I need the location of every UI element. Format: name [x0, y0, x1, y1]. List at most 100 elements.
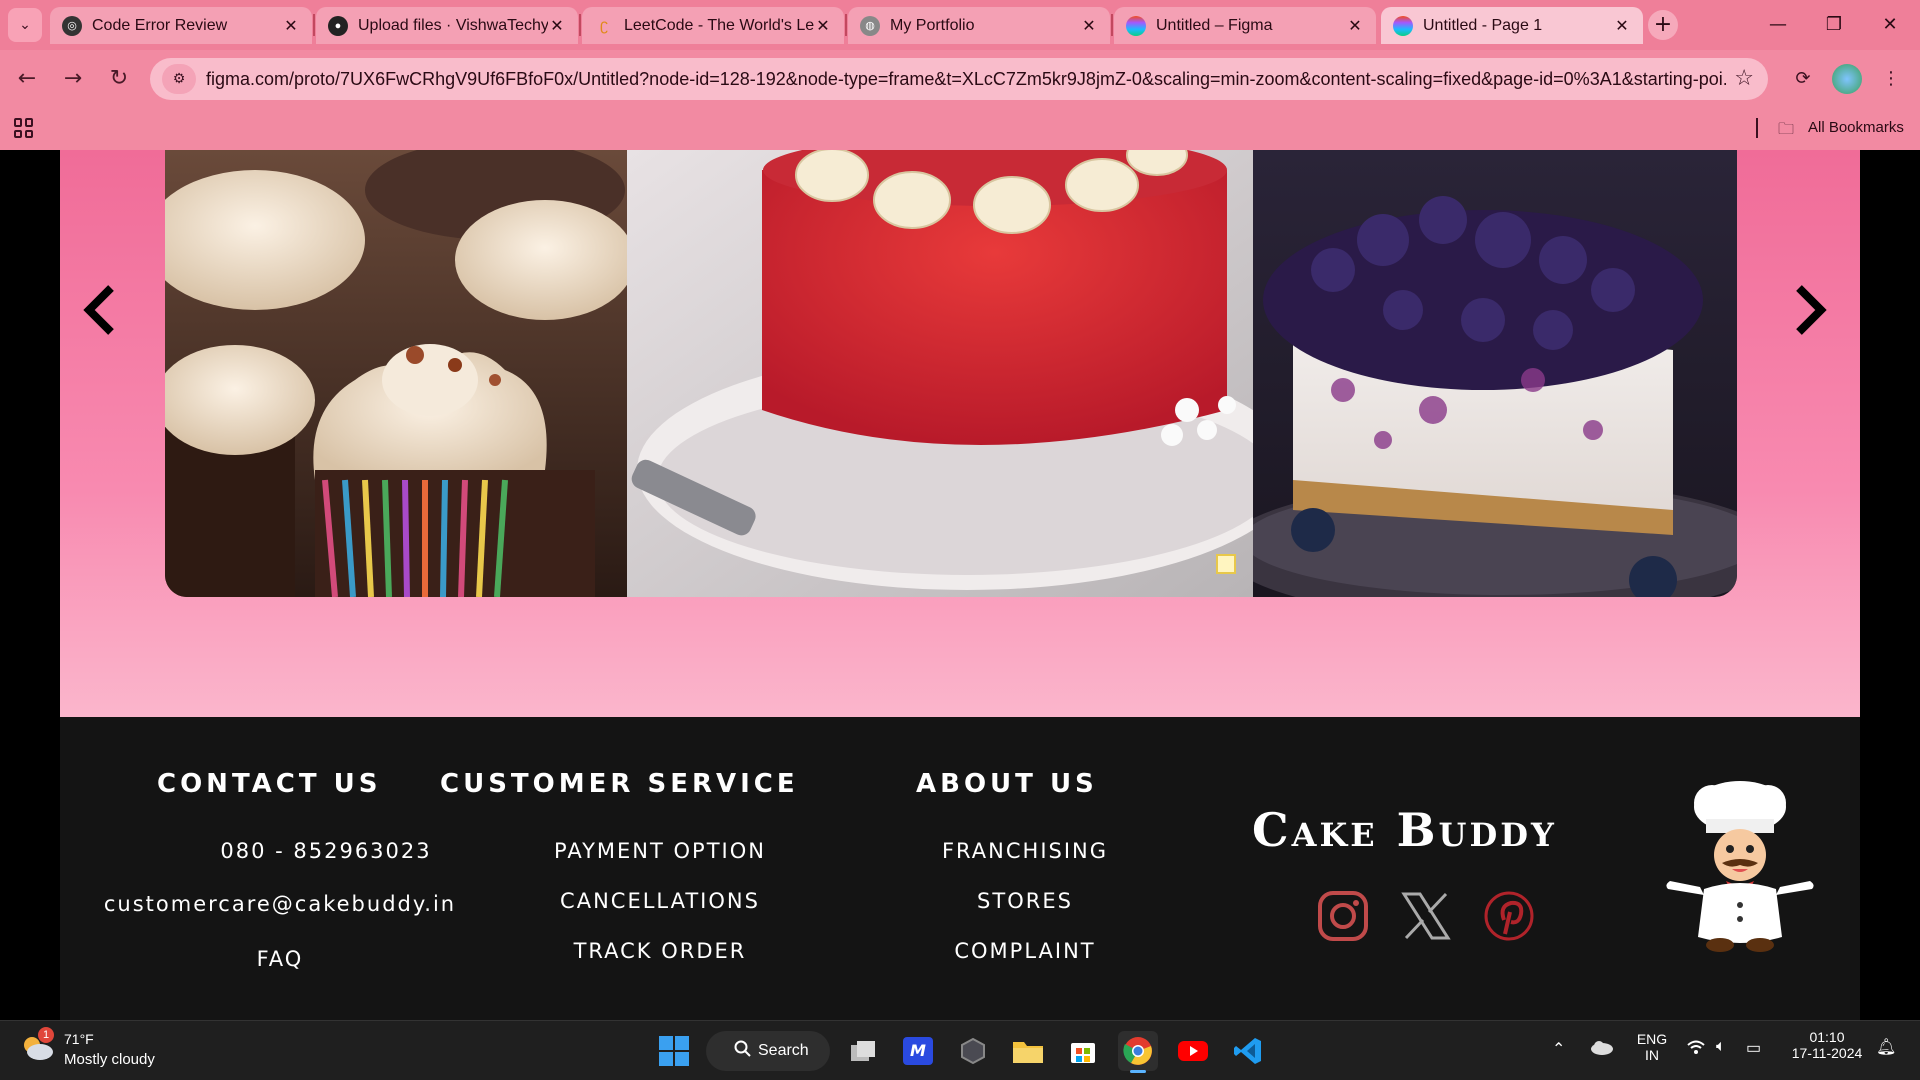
site-info-icon[interactable]: ⚙: [162, 64, 196, 94]
reload-button[interactable]: ↻: [104, 64, 134, 94]
tab-strip: ⌄ ◎ Code Error Review ✕ ● Upload files ·…: [0, 0, 1920, 50]
back-button[interactable]: ←: [12, 64, 42, 94]
close-icon[interactable]: ✕: [282, 16, 300, 36]
red-velvet-cake-photo: [627, 150, 1297, 597]
active-app-indicator: [1130, 1070, 1146, 1073]
cake-gallery: [165, 150, 1737, 597]
extension-icon[interactable]: ⟳: [1788, 64, 1818, 94]
close-icon[interactable]: ✕: [814, 16, 832, 36]
clock-time: 01:10: [1809, 1029, 1845, 1045]
app-icon-blue[interactable]: M: [898, 1031, 938, 1071]
more-menu-icon[interactable]: ⋮: [1876, 64, 1906, 94]
forward-button[interactable]: →: [58, 64, 88, 94]
onedrive-cloud-icon[interactable]: [1590, 1039, 1614, 1058]
microsoft-store-icon[interactable]: [1063, 1031, 1103, 1071]
tab-divider: [579, 14, 581, 36]
url-text[interactable]: figma.com/proto/7UX6FwCRhgV9Uf6FBfoF0x/U…: [206, 69, 1726, 90]
file-explorer-icon[interactable]: [1008, 1031, 1048, 1071]
tab-title: Upload files · VishwaTechy/: [358, 16, 548, 34]
vscode-icon[interactable]: [1228, 1031, 1268, 1071]
weather-description: Mostly cloudy: [64, 1051, 155, 1068]
volume-icon[interactable]: 🔈︎: [1716, 1038, 1726, 1056]
clock-date: 17-11-2024: [1791, 1045, 1863, 1061]
figma-prototype-frame: CONTACT US 080 - 852963023 customercare@…: [60, 150, 1860, 1020]
chatgpt-icon: ◎: [62, 15, 82, 36]
all-bookmarks-link[interactable]: All Bookmarks: [1808, 119, 1904, 136]
tab-title: Untitled - Page 1: [1423, 16, 1543, 34]
site-footer: CONTACT US 080 - 852963023 customercare@…: [60, 717, 1860, 1020]
pinterest-icon[interactable]: [1483, 890, 1535, 942]
app-icon-hexagon[interactable]: [953, 1031, 993, 1071]
new-tab-button[interactable]: +: [1648, 10, 1678, 40]
tab-leetcode[interactable]: ʗ LeetCode - The World's Le ✕: [582, 7, 844, 44]
chrome-icon[interactable]: [1118, 1031, 1158, 1073]
track-order-link[interactable]: TRACK ORDER: [490, 939, 830, 963]
battery-icon[interactable]: ▭: [1746, 1038, 1761, 1058]
close-icon[interactable]: ✕: [548, 16, 566, 36]
wifi-icon[interactable]: [1686, 1039, 1706, 1058]
weather-temperature: 71°F: [64, 1031, 94, 1047]
x-icon[interactable]: [1400, 890, 1452, 942]
close-icon[interactable]: ✕: [1080, 16, 1098, 36]
region-code: IN: [1645, 1047, 1659, 1063]
next-arrow-icon[interactable]: [1786, 280, 1836, 340]
tab-github-upload[interactable]: ● Upload files · VishwaTechy/ ✕: [316, 7, 578, 44]
tab-title: Untitled – Figma: [1156, 16, 1273, 34]
franchising-link[interactable]: FRANCHISING: [890, 839, 1160, 863]
tab-figma-untitled[interactable]: Untitled – Figma ✕: [1114, 7, 1376, 44]
task-view-icon[interactable]: [843, 1031, 883, 1071]
bookmark-star-icon[interactable]: ☆: [1734, 66, 1754, 91]
blueberry-cheesecake-photo: [1223, 150, 1737, 597]
figma-icon: [1126, 15, 1146, 36]
profile-avatar[interactable]: [1832, 64, 1862, 94]
page-viewport: CONTACT US 080 - 852963023 customercare@…: [0, 150, 1920, 1020]
cake-buddy-logo: Cake Buddy: [1252, 803, 1557, 857]
minimize-button[interactable]: —: [1758, 10, 1798, 40]
language-indicator[interactable]: ENG IN: [1634, 1031, 1670, 1063]
instagram-icon[interactable]: [1317, 890, 1369, 942]
bookmarks-bar: 🗀 All Bookmarks: [0, 108, 1920, 150]
search-icon: [734, 1040, 752, 1063]
complaint-link[interactable]: COMPLAINT: [890, 939, 1160, 963]
tab-divider: [313, 14, 315, 36]
tab-code-error-review[interactable]: ◎ Code Error Review ✕: [50, 7, 312, 44]
restore-button[interactable]: ❐: [1814, 10, 1854, 40]
tab-title: Code Error Review: [92, 16, 228, 34]
tab-my-portfolio[interactable]: ◍ My Portfolio ✕: [848, 7, 1110, 44]
globe-icon: ◍: [860, 15, 880, 36]
close-icon[interactable]: ✕: [1613, 16, 1631, 36]
bookmarks-divider: [1756, 118, 1758, 138]
faq-link[interactable]: FAQ: [240, 947, 320, 971]
contact-phone[interactable]: 080 - 852963023: [168, 839, 484, 863]
address-bar[interactable]: ⚙ figma.com/proto/7UX6FwCRhgV9Uf6FBfoF0x…: [150, 58, 1768, 100]
tab-title: LeetCode - The World's Le: [624, 16, 814, 34]
apps-grid-icon[interactable]: [14, 118, 34, 138]
prev-arrow-icon[interactable]: [74, 280, 124, 340]
figma-icon: [1393, 15, 1413, 36]
tab-divider: [1111, 14, 1113, 36]
youtube-icon[interactable]: [1173, 1031, 1213, 1071]
payment-option-link[interactable]: PAYMENT OPTION: [490, 839, 830, 863]
notification-bell-icon[interactable]: 🔔︎: [1876, 1037, 1896, 1057]
stores-link[interactable]: STORES: [890, 889, 1160, 913]
close-window-button[interactable]: ✕: [1870, 10, 1910, 40]
clock[interactable]: 01:10 17-11-2024: [1782, 1029, 1872, 1061]
folder-icon: 🗀: [1778, 119, 1795, 138]
windows-start-icon[interactable]: [654, 1031, 694, 1071]
tab-search-menu-button[interactable]: ⌄: [8, 8, 42, 42]
leetcode-icon: ʗ: [600, 16, 608, 34]
cancellations-link[interactable]: CANCELLATIONS: [490, 889, 830, 913]
browser-toolbar: ← → ↻ ⚙ figma.com/proto/7UX6FwCRhgV9Uf6F…: [0, 50, 1920, 108]
search-label: Search: [758, 1042, 809, 1059]
weather-badge: 1: [38, 1027, 54, 1043]
cupcakes-photo: [165, 150, 635, 597]
hero-section: [60, 150, 1860, 717]
github-icon: ●: [328, 15, 348, 36]
taskbar-search-button[interactable]: Search: [706, 1031, 830, 1071]
chevron-up-icon[interactable]: ⌃: [1552, 1039, 1565, 1059]
close-icon[interactable]: ✕: [1346, 16, 1364, 36]
tab-title: My Portfolio: [890, 16, 975, 34]
about-us-heading: ABOUT US: [916, 769, 1098, 799]
contact-email-link[interactable]: customercare@cakebuddy.in: [95, 892, 465, 916]
tab-figma-page-1-active[interactable]: Untitled - Page 1 ✕: [1381, 7, 1643, 44]
